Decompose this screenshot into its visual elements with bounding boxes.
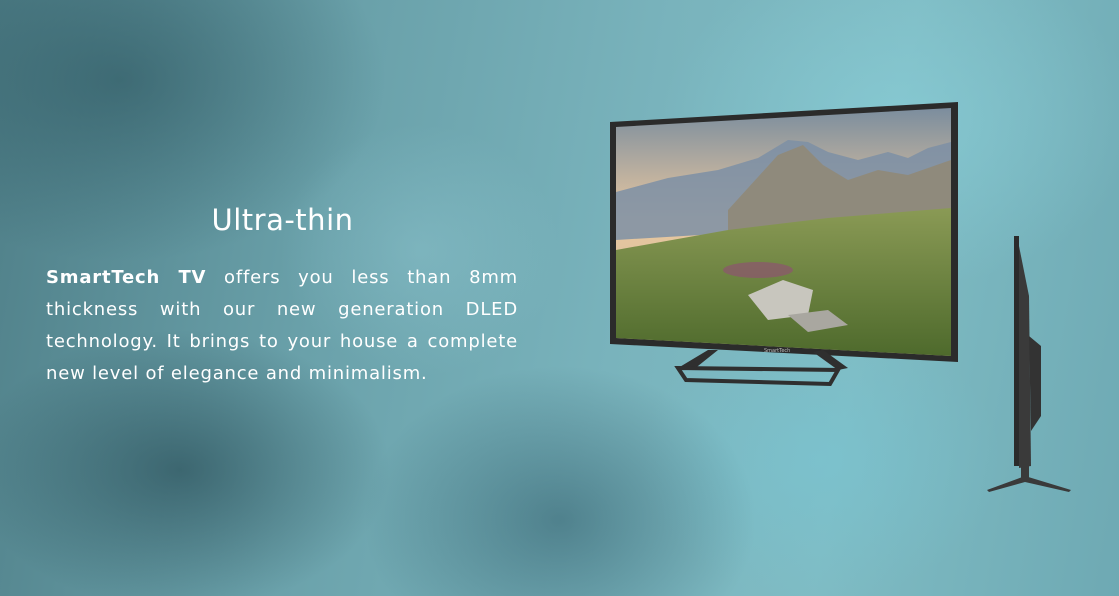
- feature-description: SmartTech TV offers you less than 8mm th…: [46, 262, 518, 390]
- brand-name: SmartTech TV: [46, 267, 207, 288]
- tv-logo: SmartTech: [764, 348, 790, 354]
- tv-side-image: [985, 236, 1077, 500]
- section-title: Ultra-thin: [211, 203, 354, 237]
- tv-front-image: SmartTech: [608, 100, 964, 394]
